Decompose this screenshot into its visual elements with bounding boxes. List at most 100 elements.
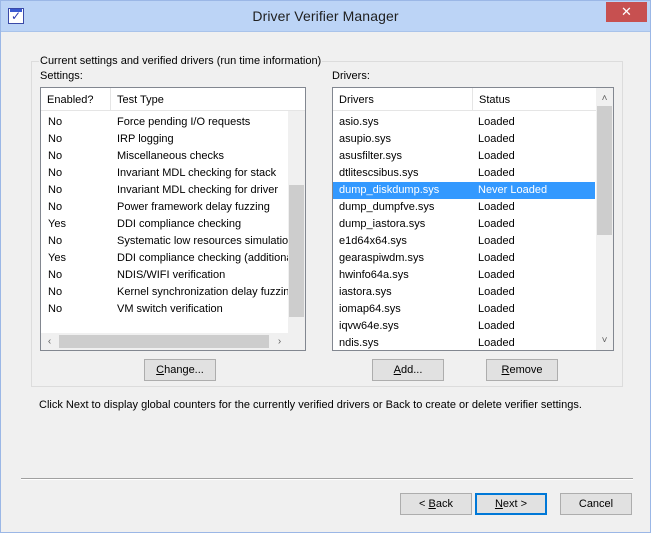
next-button-label-suffix: ext >	[502, 498, 528, 510]
drivers-list[interactable]: Drivers Status asio.sys Loaded asupio.sys L…	[332, 87, 614, 351]
driver-name: asupio.sys	[339, 133, 391, 145]
drivers-list-header: Drivers Status	[333, 88, 597, 111]
driver-name: e1d64x64.sys	[339, 235, 407, 247]
settings-vertical-scrollbar[interactable]	[288, 111, 305, 335]
settings-row[interactable]: No Miscellaneous checks	[41, 148, 288, 165]
add-button[interactable]: Add...	[372, 359, 444, 381]
driver-row[interactable]: asusfilter.sys Loaded	[333, 148, 595, 165]
driver-name: gearaspiwdm.sys	[339, 252, 424, 264]
settings-row[interactable]: No Systematic low resources simulation	[41, 233, 294, 250]
close-icon: ✕	[621, 4, 632, 19]
driver-row[interactable]: dump_diskdump.sys Never Loaded	[333, 182, 595, 199]
settings-row[interactable]: No Invariant MDL checking for stack	[41, 165, 288, 182]
settings-row[interactable]: No Invariant MDL checking for driver	[41, 182, 288, 199]
settings-row[interactable]: No NDIS/WIFI verification	[41, 267, 288, 284]
scroll-down-icon[interactable]: ˅	[596, 332, 613, 349]
settings-list-header: Enabled? Test Type	[41, 88, 305, 111]
settings-row[interactable]: No IRP logging	[41, 131, 288, 148]
settings-horizontal-scroll-thumb[interactable]	[59, 335, 269, 348]
settings-row[interactable]: No Power framework delay fuzzing	[41, 199, 288, 216]
footer-separator	[21, 478, 633, 480]
setting-enabled-value: Yes	[48, 218, 66, 230]
settings-row[interactable]: No Kernel synchronization delay fuzzing	[41, 284, 296, 301]
driver-row[interactable]: iastora.sys Loaded	[333, 284, 595, 301]
setting-enabled-value: No	[48, 116, 63, 128]
setting-test-type: IRP logging	[117, 133, 174, 145]
back-button-accelerator: B	[428, 498, 436, 510]
driver-name: hwinfo64a.sys	[339, 269, 409, 281]
back-button[interactable]: < Back	[400, 493, 472, 515]
settings-row[interactable]: No Force pending I/O requests	[41, 114, 288, 131]
add-button-label-suffix: dd...	[400, 364, 423, 376]
settings-row[interactable]: No VM switch verification	[41, 301, 288, 318]
driver-status: Never Loaded	[478, 184, 548, 196]
settings-row[interactable]: Yes DDI compliance checking (additional)	[41, 250, 299, 267]
remove-button[interactable]: Remove	[486, 359, 558, 381]
setting-test-type: Systematic low resources simulation	[117, 235, 295, 247]
column-header-test-type[interactable]: Test Type	[111, 88, 305, 111]
driver-row[interactable]: iqvw64e.sys Loaded	[333, 318, 595, 335]
change-button-accelerator: C	[156, 364, 165, 376]
driver-status: Loaded	[478, 269, 515, 281]
setting-enabled-value: No	[48, 184, 63, 196]
remove-button-label-suffix: emove	[509, 364, 543, 376]
window-title: Driver Verifier Manager	[252, 8, 399, 24]
setting-enabled-value: No	[48, 150, 63, 162]
driver-row[interactable]: dump_dumpfve.sys Loaded	[333, 199, 595, 216]
driver-name: iqvw64e.sys	[339, 320, 399, 332]
next-button[interactable]: Next >	[475, 493, 547, 515]
driver-row[interactable]: asio.sys Loaded	[333, 114, 595, 131]
change-button[interactable]: Change...	[144, 359, 216, 381]
settings-list[interactable]: Enabled? Test Type No Force pending I/O r…	[40, 87, 306, 351]
driver-name: ndis.sys	[339, 337, 379, 349]
settings-vertical-scroll-thumb[interactable]	[289, 185, 304, 317]
close-button[interactable]: ✕	[606, 2, 647, 22]
setting-test-type: DDI compliance checking (additional)	[117, 252, 299, 264]
setting-test-type: Invariant MDL checking for driver	[117, 184, 278, 196]
driver-row[interactable]: asupio.sys Loaded	[333, 131, 595, 148]
next-button-accelerator: N	[494, 498, 503, 510]
column-header-enabled[interactable]: Enabled?	[41, 88, 111, 111]
title-bar[interactable]: ✓ Driver Verifier Manager ✕	[1, 1, 650, 32]
column-header-status[interactable]: Status	[473, 88, 597, 111]
drivers-label: Drivers:	[332, 70, 370, 82]
back-button-label-suffix: ack	[435, 498, 453, 510]
drivers-vertical-scrollbar[interactable]: ˄ ˅	[596, 88, 613, 350]
scrollbar-corner	[288, 333, 305, 350]
instruction-text: Click Next to display global counters fo…	[39, 399, 582, 411]
settings-horizontal-scrollbar[interactable]: ‹ ›	[41, 333, 288, 350]
driver-row[interactable]: dtlitescsibus.sys Loaded	[333, 165, 595, 182]
driver-name: dtlitescsibus.sys	[339, 167, 419, 179]
driver-row[interactable]: hwinfo64a.sys Loaded	[333, 267, 595, 284]
driver-name: dump_dumpfve.sys	[339, 201, 435, 213]
setting-enabled-value: No	[48, 286, 63, 298]
setting-enabled-value: Yes	[48, 252, 66, 264]
change-button-label-suffix: hange...	[164, 364, 204, 376]
scroll-left-icon[interactable]: ‹	[41, 333, 58, 350]
driver-verifier-window: ✓ Driver Verifier Manager ✕ Current sett…	[0, 0, 651, 533]
driver-name: iomap64.sys	[339, 303, 401, 315]
driver-row[interactable]: gearaspiwdm.sys Loaded	[333, 250, 595, 267]
driver-status: Loaded	[478, 235, 515, 247]
scroll-right-icon[interactable]: ›	[271, 333, 288, 350]
setting-enabled-value: No	[48, 133, 63, 145]
scroll-up-icon[interactable]: ˄	[596, 90, 613, 107]
cancel-button[interactable]: Cancel	[560, 493, 632, 515]
driver-row[interactable]: ndis.sys Loaded	[333, 335, 595, 350]
column-header-drivers[interactable]: Drivers	[333, 88, 473, 111]
add-button-accelerator: A	[393, 364, 401, 376]
setting-test-type: Power framework delay fuzzing	[117, 201, 270, 213]
driver-row[interactable]: iomap64.sys Loaded	[333, 301, 595, 318]
setting-test-type: VM switch verification	[117, 303, 223, 315]
driver-name: asusfilter.sys	[339, 150, 402, 162]
driver-row[interactable]: e1d64x64.sys Loaded	[333, 233, 595, 250]
driver-status: Loaded	[478, 201, 515, 213]
setting-enabled-value: No	[48, 167, 63, 179]
setting-test-type: NDIS/WIFI verification	[117, 269, 226, 281]
drivers-vertical-scroll-thumb[interactable]	[597, 106, 612, 235]
driver-name: asio.sys	[339, 116, 379, 128]
setting-enabled-value: No	[48, 201, 63, 213]
driver-status: Loaded	[478, 218, 515, 230]
settings-row[interactable]: Yes DDI compliance checking	[41, 216, 288, 233]
driver-row[interactable]: dump_iastora.sys Loaded	[333, 216, 595, 233]
